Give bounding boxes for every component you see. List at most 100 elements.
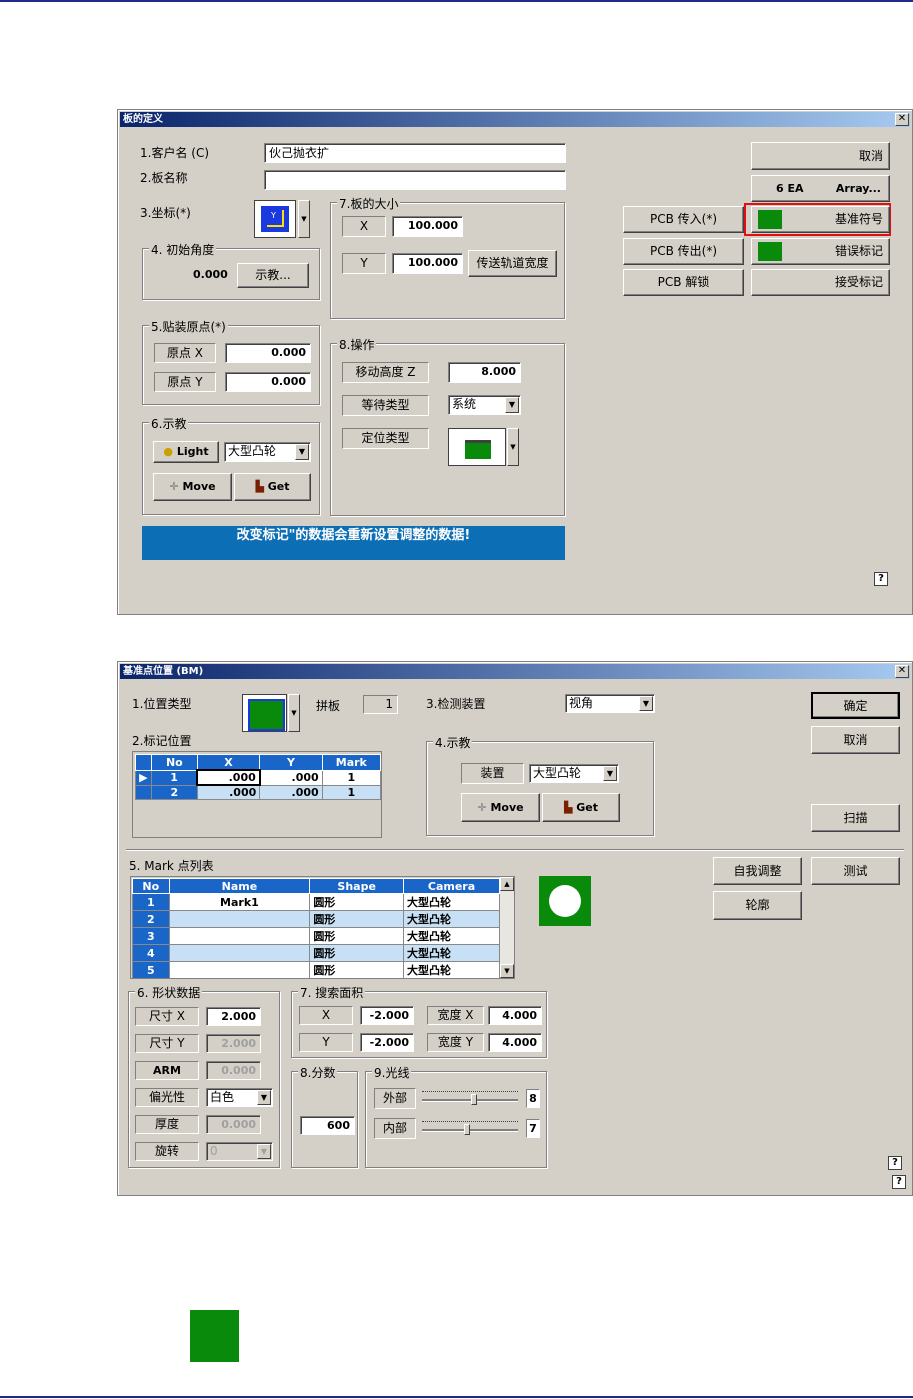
row-name[interactable] (168, 944, 311, 962)
contour-button[interactable]: 轮廓 (713, 891, 802, 920)
self-adjust-button[interactable]: 自我调整 (713, 857, 802, 885)
polarity-label: 偏光性 (135, 1088, 199, 1107)
polarity-select[interactable]: 白色 ▼ (206, 1088, 273, 1107)
chevron-down-icon[interactable]: ▼ (288, 694, 300, 732)
mark-preview (539, 876, 591, 926)
move-arrows-icon: ✛ (169, 480, 179, 493)
score-input[interactable]: 600 (300, 1116, 355, 1135)
position-type-selector[interactable]: ▼ (242, 694, 300, 732)
row-x[interactable]: .000 (196, 769, 261, 786)
chevron-down-icon[interactable]: ▼ (507, 428, 519, 466)
row-mark[interactable]: 1 (321, 769, 382, 786)
list-item[interactable]: 2 圆形 大型凸轮 (132, 910, 500, 928)
list-item[interactable]: 4 圆形 大型凸轮 (132, 944, 500, 962)
table-row[interactable]: ▶ 1 .000 .000 1 (135, 769, 382, 786)
circle-mark-icon (549, 885, 581, 917)
ok-button[interactable]: 确定 (811, 692, 900, 719)
coord-selector[interactable]: Y ▼ (254, 200, 310, 238)
row-name[interactable]: Mark1 (168, 893, 311, 911)
get-button[interactable]: ▙ Get (542, 793, 620, 822)
error-mark-button[interactable]: 错误标记 (751, 238, 890, 265)
detect-device-select[interactable]: 视角 ▼ (565, 694, 655, 713)
list-item[interactable]: 1 Mark1 圆形 大型凸轮 (132, 893, 500, 911)
slider-thumb[interactable] (464, 1124, 470, 1135)
row-y[interactable]: .000 (259, 769, 323, 786)
search-width-input[interactable]: 4.000 (488, 1006, 542, 1025)
move-height-input[interactable]: 8.000 (448, 362, 521, 383)
search-height-input[interactable]: 4.000 (488, 1033, 542, 1052)
origin-y-input[interactable]: 0.000 (225, 372, 311, 392)
move-arrows-icon: ✛ (477, 801, 487, 814)
wait-type-select[interactable]: 系统 ▼ (448, 395, 521, 415)
device-select[interactable]: 大型凸轮 ▼ (529, 764, 619, 783)
row-mark[interactable]: 1 (321, 784, 382, 800)
pcb-in-button[interactable]: PCB 传入(*) (623, 206, 744, 233)
close-icon[interactable]: ✕ (895, 665, 909, 678)
row-name[interactable] (168, 927, 311, 945)
accept-mark-button[interactable]: 接受标记 (751, 269, 890, 296)
row-name[interactable] (168, 961, 311, 978)
row-shape[interactable]: 圆形 (309, 910, 405, 928)
scan-button[interactable]: 扫描 (811, 804, 900, 832)
list-item[interactable]: 5 圆形 大型凸轮 (132, 961, 500, 978)
row-x[interactable]: .000 (196, 784, 261, 800)
row-shape[interactable]: 圆形 (309, 944, 405, 962)
table-row[interactable]: 2 .000 .000 1 (135, 784, 382, 800)
score-group: 8.分数 600 (291, 1064, 358, 1168)
inner-light-slider[interactable] (422, 1121, 518, 1135)
row-shape[interactable]: 圆形 (309, 927, 405, 945)
row-y[interactable]: .000 (259, 784, 323, 800)
row-camera[interactable]: 大型凸轮 (403, 910, 500, 928)
search-y-label: Y (299, 1033, 353, 1052)
pcb-out-button[interactable]: PCB 传出(*) (623, 238, 744, 265)
outer-light-slider[interactable] (422, 1091, 518, 1105)
size-x-input[interactable]: 100.000 (392, 216, 463, 237)
cancel-button[interactable]: 取消 (811, 726, 900, 754)
position-type-selector[interactable]: ▼ (448, 428, 522, 466)
fiducial-button[interactable]: 基准符号 (751, 206, 890, 233)
light-button[interactable]: ● Light (153, 441, 219, 463)
list-item[interactable]: 3 圆形 大型凸轮 (132, 927, 500, 945)
rail-width-button[interactable]: 传送轨道宽度 (468, 250, 557, 277)
green-status-icon (758, 210, 782, 229)
origin-x-input[interactable]: 0.000 (225, 343, 311, 363)
help-icon[interactable]: ? (888, 1156, 902, 1170)
row-camera[interactable]: 大型凸轮 (403, 927, 500, 945)
close-icon[interactable]: ✕ (895, 113, 909, 126)
row-camera[interactable]: 大型凸轮 (403, 893, 500, 911)
slider-thumb[interactable] (471, 1094, 477, 1105)
row-camera[interactable]: 大型凸轮 (403, 961, 500, 978)
search-y-input[interactable]: -2.000 (360, 1033, 414, 1052)
row-shape[interactable]: 圆形 (309, 961, 405, 978)
row-name[interactable] (168, 910, 311, 928)
fiducial-label: 基准符号 (834, 212, 883, 226)
light-group: 9.光线 外部 8 内部 7 (365, 1064, 547, 1168)
search-x-input[interactable]: -2.000 (360, 1006, 414, 1025)
test-button[interactable]: 测试 (811, 857, 900, 885)
scroll-up-icon[interactable]: ▲ (500, 877, 514, 891)
array-button[interactable]: 6 EA Array... (751, 175, 890, 202)
light-bulb-icon: ● (163, 445, 173, 458)
scroll-down-icon[interactable]: ▼ (500, 964, 514, 978)
mark-position-label: 2.标记位置 (132, 734, 192, 748)
move-button[interactable]: ✛ Move (153, 473, 232, 501)
pcb-unlock-button[interactable]: PCB 解锁 (623, 269, 744, 296)
size-x-input[interactable]: 2.000 (206, 1007, 261, 1026)
teach-button[interactable]: 示教... (237, 263, 309, 288)
board-name-input[interactable] (264, 170, 566, 190)
page-bottom-rule (0, 1396, 913, 1398)
help-icon[interactable]: ? (892, 1175, 906, 1189)
scrollbar[interactable]: ▲ ▼ (500, 877, 514, 978)
cancel-button[interactable]: 取消 (751, 142, 890, 170)
chevron-down-icon[interactable]: ▼ (298, 200, 310, 238)
help-icon[interactable]: ? (874, 572, 888, 586)
camera-select[interactable]: 大型凸轮 ▼ (224, 442, 311, 462)
row-camera[interactable]: 大型凸轮 (403, 944, 500, 962)
customer-input[interactable]: 伙己抛衣扩 (264, 143, 566, 163)
slider-track (422, 1129, 518, 1132)
move-button[interactable]: ✛ Move (461, 793, 540, 822)
size-y-input[interactable]: 100.000 (392, 253, 463, 274)
chevron-down-icon: ▼ (603, 766, 617, 781)
get-button[interactable]: ▙ Get (234, 473, 311, 501)
row-shape[interactable]: 圆形 (309, 893, 405, 911)
